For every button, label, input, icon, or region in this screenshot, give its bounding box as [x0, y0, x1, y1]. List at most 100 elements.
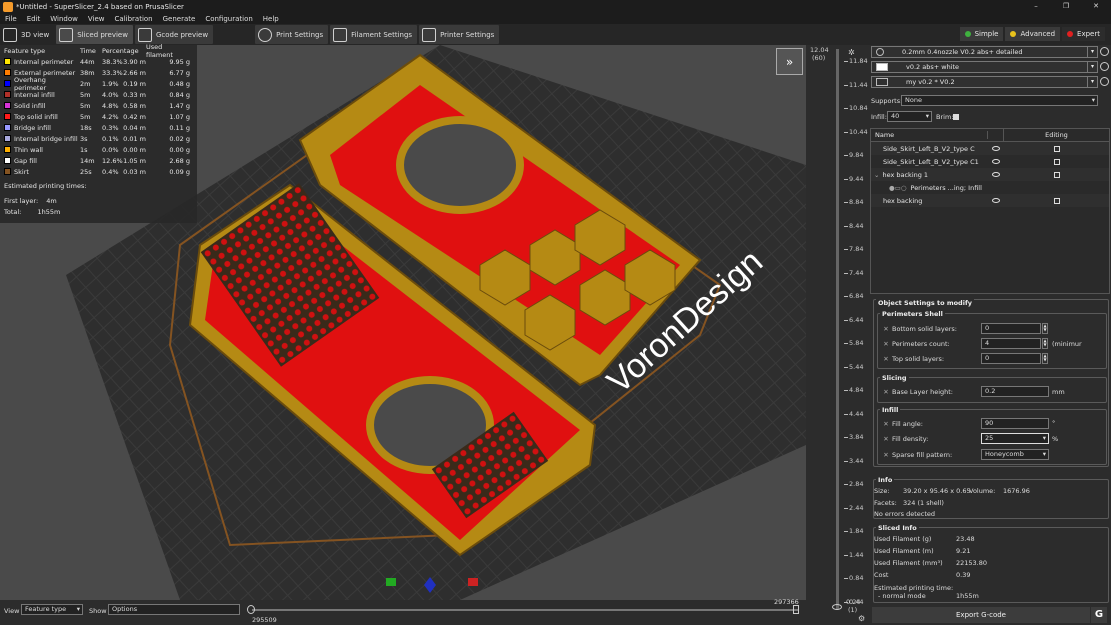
- mode-simple[interactable]: Simple: [959, 27, 1004, 41]
- perimeters-count-spinner[interactable]: ▲ ▼: [1042, 338, 1048, 349]
- edit-icon[interactable]: [1054, 171, 1060, 178]
- close-button[interactable]: ✕: [1081, 0, 1111, 13]
- show-options-select[interactable]: Options: [108, 604, 240, 615]
- edit-icon[interactable]: [1054, 197, 1060, 204]
- bottom-solid-input[interactable]: 0: [981, 323, 1041, 334]
- perimeters-count-input[interactable]: 4: [981, 338, 1041, 349]
- printer-preset-select[interactable]: my v0.2 * V0.2 ▾: [871, 76, 1098, 88]
- maximize-button[interactable]: ❐: [1051, 0, 1081, 13]
- object-settings-row[interactable]: ●▭○ Perimeters ...ing; Infill: [871, 181, 1109, 194]
- legend-row[interactable]: Bridge infill 18s 0.3% 0.04 m 0.11 g: [0, 122, 197, 133]
- edit-icon[interactable]: [1054, 145, 1060, 152]
- menu-edit[interactable]: Edit: [22, 15, 46, 23]
- filament-preset-select[interactable]: v0.2 abs+ white ▾: [871, 61, 1098, 73]
- legend-feature: Top solid infill: [0, 113, 80, 121]
- move-slider-left-handle[interactable]: [247, 605, 255, 614]
- eye-icon[interactable]: [992, 159, 1000, 164]
- tab-filament-settings[interactable]: Filament Settings: [330, 25, 418, 44]
- view-select[interactable]: Feature type ▾: [21, 604, 83, 615]
- filament-preset-settings-icon[interactable]: [1100, 62, 1109, 71]
- legend-row[interactable]: Solid infill 5m 4.8% 0.58 m 1.47 g: [0, 100, 197, 111]
- feature-weight: 2.68 g: [169, 156, 190, 165]
- legend-row[interactable]: Skirt 25s 0.4% 0.03 m 0.09 g: [0, 166, 197, 177]
- sparse-pattern-select[interactable]: Honeycomb ▾: [981, 449, 1049, 460]
- menu-window[interactable]: Window: [45, 15, 83, 23]
- remove-icon[interactable]: ✕: [883, 388, 889, 396]
- layer-bottom-index: (1): [848, 606, 858, 614]
- fill-angle-label: Fill angle:: [892, 420, 923, 428]
- object-row[interactable]: Side_Skirt_Left_B_V2_type C1: [871, 155, 1109, 168]
- mode-expert[interactable]: Expert: [1062, 27, 1105, 41]
- expand-arrow-icon[interactable]: ⌄: [871, 171, 879, 179]
- eye-icon[interactable]: [992, 198, 1000, 203]
- print-preset-settings-icon[interactable]: [1100, 47, 1109, 56]
- remove-icon[interactable]: ✕: [883, 451, 889, 459]
- sparse-pattern-label: Sparse fill pattern:: [892, 451, 953, 459]
- legend-row[interactable]: Internal infill 5m 4.0% 0.33 m 0.84 g: [0, 89, 197, 100]
- eye-icon[interactable]: [992, 146, 1000, 151]
- gcode-icon: [137, 27, 152, 42]
- tab-gcode-preview[interactable]: Gcode preview: [134, 25, 214, 44]
- collapse-sidebar-icon[interactable]: »: [776, 48, 803, 75]
- remove-icon[interactable]: ✕: [883, 355, 889, 363]
- eye-icon[interactable]: [992, 172, 1000, 177]
- minimize-button[interactable]: –: [1021, 0, 1051, 13]
- remove-icon[interactable]: ✕: [883, 435, 889, 443]
- feature-weight: 0.48 g: [169, 79, 190, 88]
- perimeters-count-row: ✕ Perimeters count:: [883, 340, 949, 348]
- feature-color-swatch: [4, 135, 11, 142]
- top-solid-spinner[interactable]: ▲ ▼: [1042, 353, 1048, 364]
- layer-bottom-handle[interactable]: [832, 604, 842, 610]
- menu-file[interactable]: File: [0, 15, 22, 23]
- export-gcode-button[interactable]: Export G-code: [872, 607, 1090, 623]
- tab-3d-view[interactable]: 3D view: [0, 25, 54, 44]
- bottom-solid-spinner[interactable]: ▲ ▼: [1042, 323, 1048, 334]
- remove-icon[interactable]: ✕: [883, 340, 889, 348]
- base-layer-input[interactable]: 0.2: [981, 386, 1049, 397]
- ruler-tick: [844, 319, 848, 321]
- legend-row[interactable]: Internal perimeter 44m 38.3% 3.90 m 9.95 g: [0, 56, 197, 67]
- menu-view[interactable]: View: [83, 15, 110, 23]
- edit-icon[interactable]: [1054, 158, 1060, 165]
- tab-printer-settings[interactable]: Printer Settings: [419, 25, 500, 44]
- tab-label: 3D view: [21, 30, 50, 39]
- legend-row[interactable]: Overhang perimeter 2m 1.9% 0.19 m 0.48 g: [0, 76, 197, 92]
- menu-help[interactable]: Help: [258, 15, 284, 23]
- top-solid-input[interactable]: 0: [981, 353, 1041, 364]
- object-row[interactable]: hex backing: [871, 194, 1109, 207]
- fill-angle-input[interactable]: 90: [981, 418, 1049, 429]
- fill-density-select[interactable]: 25 ▾: [981, 433, 1049, 444]
- menu-calibration[interactable]: Calibration: [110, 15, 158, 23]
- brim-checkbox[interactable]: [953, 114, 959, 120]
- menu-configuration[interactable]: Configuration: [200, 15, 257, 23]
- print-preset-select[interactable]: 0.2mm 0.4nozzle V0.2 abs+ detailed ▾: [871, 46, 1098, 58]
- supports-select[interactable]: None ▾: [901, 95, 1098, 106]
- first-layer-row: First layer: 4m: [0, 196, 197, 207]
- printer-preset-settings-icon[interactable]: [1100, 77, 1109, 86]
- object-row[interactable]: ⌄ hex backing 1: [871, 168, 1109, 181]
- remove-icon[interactable]: ✕: [883, 325, 889, 333]
- menu-generate[interactable]: Generate: [158, 15, 201, 23]
- legend-row[interactable]: Internal bridge infill 3s 0.1% 0.01 m 0.02 g: [0, 133, 197, 144]
- tab-label: Filament Settings: [351, 30, 413, 39]
- filament-color-swatch: [876, 63, 888, 71]
- gcode-export-icon[interactable]: G: [1091, 607, 1107, 623]
- tab-sliced-preview[interactable]: Sliced preview: [56, 25, 133, 44]
- cog-icon[interactable]: ✲: [848, 48, 855, 57]
- move-slider-track[interactable]: [252, 609, 798, 611]
- settings-gear-icon[interactable]: ⚙: [858, 614, 865, 623]
- legend-row[interactable]: Top solid infill 5m 4.2% 0.42 m 1.07 g: [0, 111, 197, 122]
- object-row[interactable]: Side_Skirt_Left_B_V2_type C: [871, 142, 1109, 155]
- move-slider-right-handle[interactable]: [793, 605, 799, 614]
- legend-row[interactable]: Gap fill 14m 12.6% 1.05 m 2.68 g: [0, 155, 197, 166]
- infill-select[interactable]: 40 ▾: [887, 111, 932, 122]
- remove-icon[interactable]: ✕: [883, 420, 889, 428]
- mode-advanced[interactable]: Advanced: [1005, 27, 1061, 41]
- feature-filament: 9.95 g: [146, 58, 194, 66]
- legend-row[interactable]: Thin wall 1s 0.0% 0.00 m 0.00 g: [0, 144, 197, 155]
- feature-filament: 0.84 g: [146, 91, 194, 99]
- tab-print-settings[interactable]: Print Settings: [255, 25, 329, 44]
- layer-slider[interactable]: 12.04 (60) ✲ 11.84 11.44 10.84 10.44 9.84 9.4…: [806, 45, 870, 625]
- mode-expert-dot: [1067, 31, 1074, 37]
- first-layer-value: 4m: [46, 197, 57, 205]
